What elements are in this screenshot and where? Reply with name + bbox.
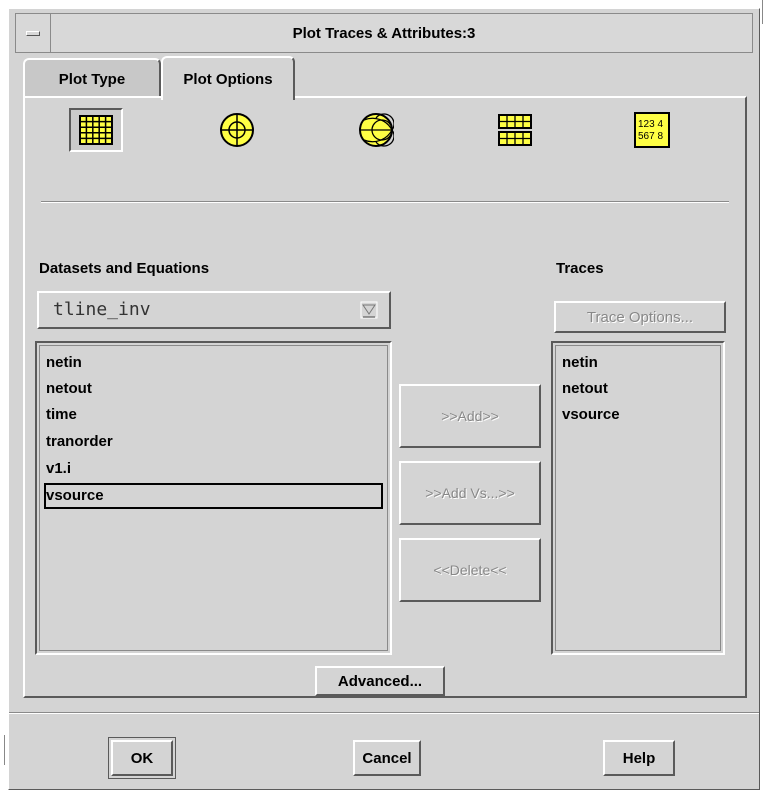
advanced-button[interactable]: Advanced... — [315, 666, 445, 696]
list-table-icon: 123 4 567 8 — [634, 112, 670, 148]
list-item[interactable]: v1.i — [44, 456, 383, 482]
add-button[interactable]: >>Add>> — [399, 384, 541, 448]
rectangular-plot-icon — [79, 115, 113, 145]
edge-mark-right — [762, 0, 763, 24]
plot-type-list-button[interactable]: 123 4 567 8 — [625, 108, 679, 152]
list-item[interactable]: time — [44, 402, 383, 428]
list-item-selected[interactable]: vsource — [44, 483, 383, 509]
list-item[interactable]: netin — [560, 350, 716, 376]
ok-button[interactable]: OK — [108, 737, 176, 779]
list-item[interactable]: tranorder — [44, 429, 383, 455]
tab-plot-type-label: Plot Type — [58, 70, 126, 88]
panel-separator — [41, 201, 729, 203]
tab-plot-type[interactable]: Plot Type — [23, 58, 161, 98]
window-menu-icon — [26, 30, 40, 36]
window-title: Plot Traces & Attributes:3 — [292, 24, 476, 42]
traces-list[interactable]: netin netout vsource — [551, 341, 725, 655]
window-menu-button[interactable] — [16, 14, 51, 52]
stacked-rectangular-plot-icon — [498, 114, 532, 146]
footer-separator — [9, 712, 759, 714]
cancel-button[interactable]: Cancel — [353, 740, 421, 776]
dataset-dropdown[interactable]: tline_inv — [37, 291, 391, 329]
add-vs-button[interactable]: >>Add Vs...>> — [399, 461, 541, 525]
edge-mark-left — [4, 735, 5, 765]
dialog-window: Plot Traces & Attributes:3 Plot Type Plo… — [8, 8, 760, 790]
plot-type-stacked-button[interactable] — [488, 108, 542, 152]
list-table-text-2: 567 8 — [638, 131, 663, 142]
help-button[interactable]: Help — [603, 740, 675, 776]
polar-plot-icon — [220, 113, 254, 147]
plot-options-panel: 123 4 567 8 Datasets and Equations tline… — [23, 96, 747, 698]
list-table-text-1: 123 4 — [638, 119, 663, 130]
plot-type-smith-button[interactable] — [349, 108, 403, 152]
smith-chart-icon — [359, 113, 394, 147]
dataset-dropdown-value: tline_inv — [53, 299, 151, 320]
datasets-list-frame: netin netout time tranorder v1.i vsource — [39, 345, 388, 651]
tab-plot-options-label: Plot Options — [183, 70, 273, 88]
datasets-label: Datasets and Equations — [39, 260, 210, 277]
plot-type-polar-button[interactable] — [210, 108, 264, 152]
chevron-down-icon[interactable] — [359, 300, 379, 320]
list-item[interactable]: netout — [44, 376, 383, 402]
traces-label: Traces — [556, 260, 604, 277]
delete-button[interactable]: <<Delete<< — [399, 538, 541, 602]
datasets-list[interactable]: netin netout time tranorder v1.i vsource — [35, 341, 392, 655]
plot-type-rectangular-button[interactable] — [69, 108, 123, 152]
tab-plot-options[interactable]: Plot Options — [161, 56, 295, 100]
list-item[interactable]: netout — [560, 376, 716, 402]
title-bar[interactable]: Plot Traces & Attributes:3 — [15, 13, 753, 53]
trace-options-button[interactable]: Trace Options... — [554, 301, 726, 333]
list-item[interactable]: netin — [44, 350, 383, 376]
traces-list-frame: netin netout vsource — [555, 345, 721, 651]
list-item[interactable]: vsource — [560, 402, 716, 428]
